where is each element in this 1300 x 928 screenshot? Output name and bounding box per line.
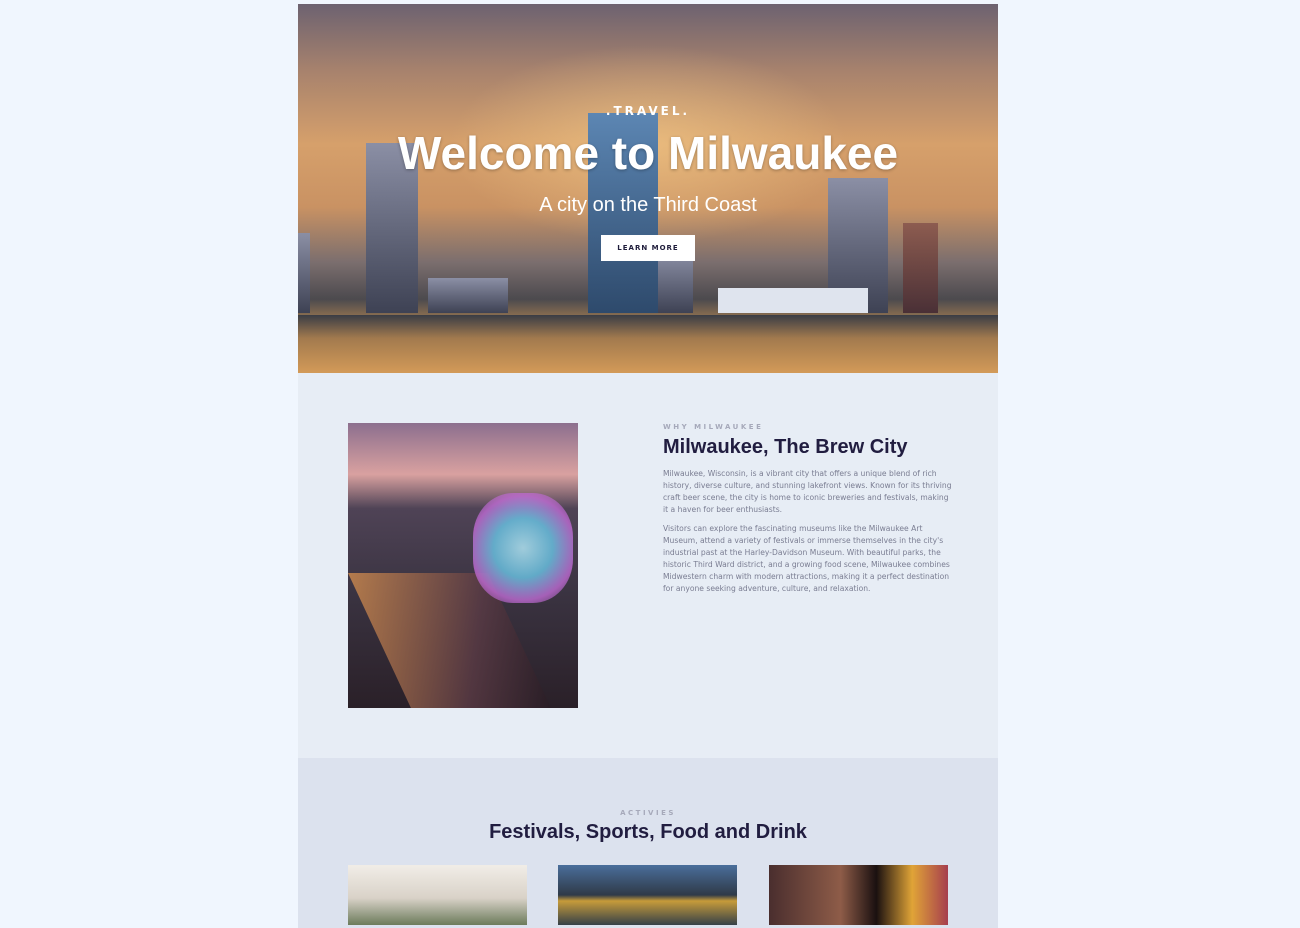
activities-kicker: ACTIVIES: [620, 809, 676, 817]
why-paragraph: Visitors can explore the fascinating mus…: [663, 524, 950, 593]
hero-section: .TRAVEL. Welcome to Milwaukee A city on …: [298, 4, 998, 373]
why-section: WHY MILWAUKEE Milwaukee, The Brew City M…: [298, 373, 998, 758]
page: .TRAVEL. Welcome to Milwaukee A city on …: [298, 4, 998, 928]
why-paragraph: Milwaukee, Wisconsin, is a vibrant city …: [663, 469, 952, 514]
hero-eyebrow: .TRAVEL.: [605, 104, 691, 118]
festival-card-image[interactable]: [348, 865, 527, 925]
sports-arena-card-image[interactable]: [558, 865, 737, 925]
hero-title: Welcome to Milwaukee: [397, 127, 899, 179]
why-kicker: WHY MILWAUKEE: [663, 423, 764, 431]
activities-title: Festivals, Sports, Food and Drink: [489, 821, 807, 843]
learn-more-button[interactable]: LEARN MORE: [601, 235, 695, 261]
activities-section: ACTIVIES Festivals, Sports, Food and Dri…: [298, 758, 998, 928]
hero-subtitle: A city on the Third Coast: [539, 194, 757, 216]
why-title: Milwaukee, The Brew City: [663, 436, 908, 458]
food-drink-card-image[interactable]: [769, 865, 948, 925]
third-ward-riverwalk-image: [348, 423, 578, 708]
